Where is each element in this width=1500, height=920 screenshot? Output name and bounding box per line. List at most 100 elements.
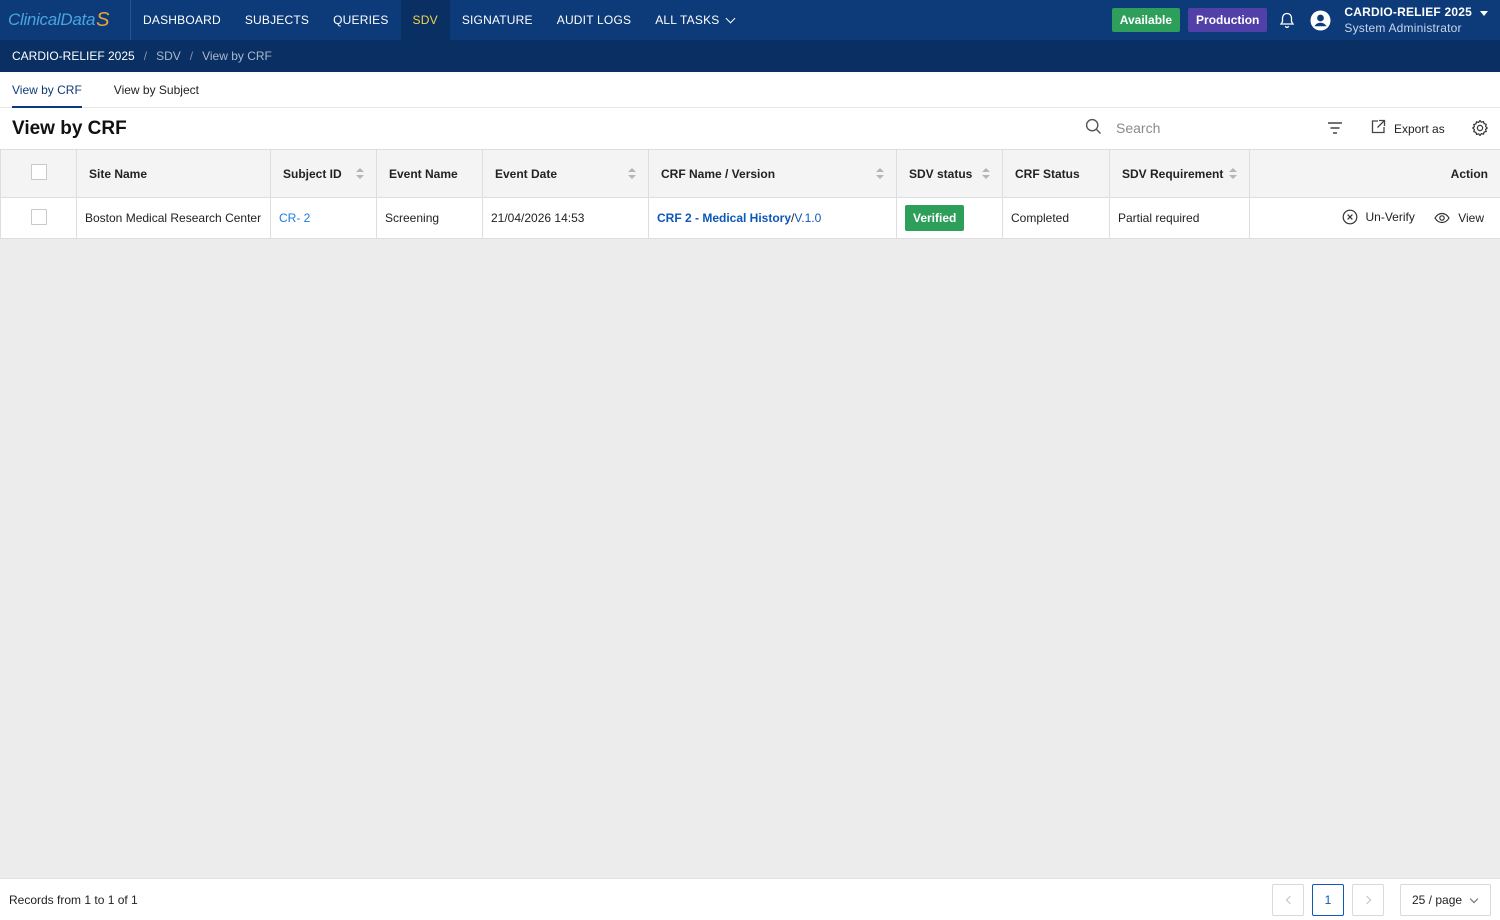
column-header-subject-id[interactable]: Subject ID <box>270 149 377 198</box>
top-navigation-bar: ClinicalData S DASHBOARD SUBJECTS QUERIE… <box>0 0 1500 40</box>
prev-page-button[interactable] <box>1272 884 1304 916</box>
nav-item-audit-logs[interactable]: AUDIT LOGS <box>545 0 643 40</box>
top-right-area: Available Production CARDIO-RELIEF 2025 … <box>1111 0 1500 40</box>
nav-label: AUDIT LOGS <box>556 13 632 27</box>
cell-site-name: Boston Medical Research Center <box>76 197 271 239</box>
eye-icon <box>1434 212 1450 223</box>
select-all-header <box>0 149 77 198</box>
sdv-status-badge: Verified <box>905 205 965 231</box>
view-label: View <box>1458 210 1484 225</box>
tab-label: View by Subject <box>113 82 199 97</box>
table-row: Boston Medical Research Center CR- 2 Scr… <box>0 197 1500 239</box>
cell-event-date: 21/04/2026 14:53 <box>482 197 649 239</box>
nav-label: DASHBOARD <box>143 13 221 27</box>
column-label: Event Date <box>495 166 558 181</box>
column-label: Subject ID <box>283 166 342 181</box>
chevron-down-icon <box>1469 894 1479 904</box>
gear-icon[interactable] <box>1471 119 1489 137</box>
column-header-crf-name[interactable]: CRF Name / Version <box>648 149 897 198</box>
column-header-sdv-requirement[interactable]: SDV Requirement <box>1109 149 1250 198</box>
available-status-badge: Available <box>1111 8 1181 32</box>
x-circle-icon <box>1342 209 1357 224</box>
nav-label: ALL TASKS <box>655 13 720 27</box>
cell-sdv-requirement: Partial required <box>1109 197 1250 239</box>
sdv-table: Site Name Subject ID Event Name Event Da… <box>0 149 1500 239</box>
nav-label: SUBJECTS <box>244 13 310 27</box>
column-label: Action <box>1450 166 1488 181</box>
nav-label: QUERIES <box>333 13 389 27</box>
column-label: Site Name <box>89 166 148 181</box>
page-size-value: 25 / page <box>1412 893 1463 907</box>
column-header-sdv-status[interactable]: SDV status <box>896 149 1003 198</box>
un-verify-button[interactable]: Un-Verify <box>1342 209 1415 225</box>
view-button[interactable]: View <box>1434 211 1484 225</box>
records-count: Records from 1 to 1 of 1 <box>9 892 138 907</box>
row-checkbox[interactable] <box>30 208 47 225</box>
caret-down-icon[interactable] <box>1480 10 1488 16</box>
export-button[interactable]: Export as <box>1370 119 1445 138</box>
cell-crf-status: Completed <box>1002 197 1110 239</box>
subject-id-link[interactable]: CR- 2 <box>279 211 310 225</box>
nav-item-signature[interactable]: SIGNATURE <box>450 0 545 40</box>
sort-icon[interactable] <box>628 168 636 180</box>
column-label: SDV Requirement <box>1122 166 1224 181</box>
user-role: System Administrator <box>1344 21 1462 35</box>
column-header-event-name: Event Name <box>376 149 483 198</box>
app-logo[interactable]: ClinicalData S <box>0 0 131 40</box>
export-icon <box>1370 119 1386 138</box>
study-user-menu[interactable]: CARDIO-RELIEF 2025 System Administrator <box>1344 4 1472 36</box>
study-name: CARDIO-RELIEF 2025 <box>1344 5 1472 19</box>
sort-icon[interactable] <box>982 168 990 180</box>
column-header-action: Action <box>1249 149 1500 198</box>
tab-view-by-crf[interactable]: View by CRF <box>12 72 82 108</box>
crf-version-link[interactable]: V.1.0 <box>794 211 821 225</box>
view-tabs: View by CRF View by Subject <box>0 72 1500 108</box>
production-env-badge: Production <box>1188 8 1268 32</box>
sort-icon[interactable] <box>1229 168 1237 180</box>
column-label: Event Name <box>389 166 458 181</box>
cell-actions: Un-Verify View <box>1249 197 1500 239</box>
breadcrumb-study[interactable]: CARDIO-RELIEF 2025 <box>12 49 135 63</box>
select-all-checkbox[interactable] <box>30 164 47 180</box>
logo-mark: S <box>96 8 110 31</box>
nav-item-all-tasks[interactable]: ALL TASKS <box>643 0 746 40</box>
pagination: 1 25 / page <box>1264 884 1491 916</box>
filter-icon[interactable] <box>1326 120 1344 136</box>
row-select-cell <box>0 197 77 239</box>
toolbar: View by CRF Export as <box>0 108 1500 149</box>
nav-label: SIGNATURE <box>461 13 533 27</box>
page-title: View by CRF <box>12 117 127 139</box>
breadcrumb-separator: / <box>143 49 148 63</box>
nav-item-queries[interactable]: QUERIES <box>321 0 400 40</box>
cell-crf-name: CRF 2 - Medical History/V.1.0 <box>648 197 897 239</box>
crf-name-link[interactable]: CRF 2 - Medical History <box>657 211 791 225</box>
breadcrumb-separator: / <box>189 49 194 63</box>
column-label: CRF Name / Version <box>661 166 776 181</box>
sort-icon[interactable] <box>356 168 364 180</box>
user-avatar-icon[interactable] <box>1309 9 1331 31</box>
page-size-select[interactable]: 25 / page <box>1400 884 1491 916</box>
chevron-left-icon <box>1285 895 1294 905</box>
search-box <box>1085 118 1306 138</box>
search-input[interactable] <box>1116 118 1306 138</box>
search-icon[interactable] <box>1085 118 1102 138</box>
page-button-1[interactable]: 1 <box>1312 884 1344 916</box>
nav-item-subjects[interactable]: SUBJECTS <box>233 0 321 40</box>
nav-label: SDV <box>412 13 438 27</box>
cell-sdv-status: Verified <box>896 197 1003 239</box>
column-label: SDV status <box>909 166 973 181</box>
tab-view-by-subject[interactable]: View by Subject <box>114 72 199 107</box>
breadcrumb: CARDIO-RELIEF 2025 / SDV / View by CRF <box>0 40 1500 72</box>
column-header-crf-status: CRF Status <box>1002 149 1110 198</box>
column-label: CRF Status <box>1015 166 1080 181</box>
next-page-button[interactable] <box>1352 884 1384 916</box>
column-header-event-date[interactable]: Event Date <box>482 149 649 198</box>
sort-icon[interactable] <box>876 168 884 180</box>
breadcrumb-sdv[interactable]: SDV <box>156 49 181 63</box>
bell-icon[interactable] <box>1277 10 1297 30</box>
column-header-site-name: Site Name <box>76 149 271 198</box>
table-footer: Records from 1 to 1 of 1 1 25 / page <box>0 878 1500 920</box>
nav-item-sdv[interactable]: SDV <box>400 0 450 40</box>
export-label: Export as <box>1394 121 1445 136</box>
nav-item-dashboard[interactable]: DASHBOARD <box>131 0 233 40</box>
